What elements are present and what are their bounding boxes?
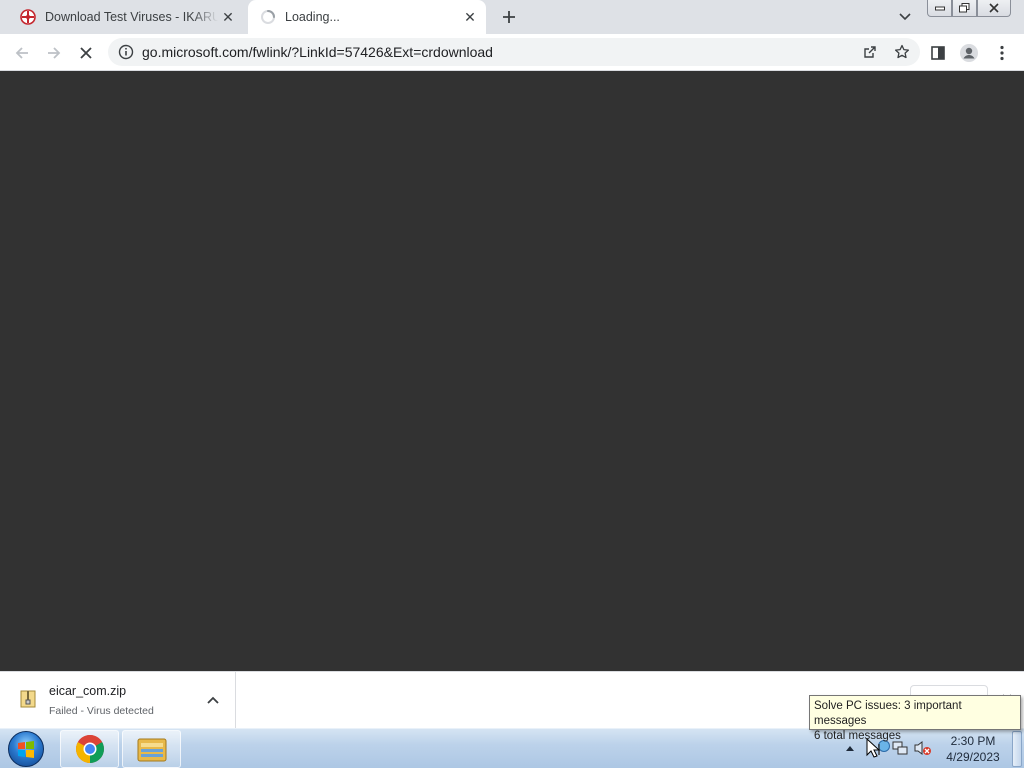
tab-search-button[interactable] <box>895 8 915 26</box>
tooltip-line-1: Solve PC issues: 3 important messages <box>814 700 962 727</box>
action-center-tooltip: Solve PC issues: 3 important messages 6 … <box>809 695 1021 742</box>
tooltip-line-2: 6 total messages <box>814 730 901 742</box>
arrow-left-icon <box>15 47 28 59</box>
chevron-up-icon <box>207 696 219 704</box>
side-panel-button[interactable] <box>924 39 952 67</box>
tab-ikarus[interactable]: Download Test Viruses - IKARUS ✕ <box>8 0 244 34</box>
ikarus-logo-icon <box>20 9 36 25</box>
arrow-right-icon <box>48 47 61 59</box>
kebab-menu-icon <box>1000 45 1004 61</box>
mouse-cursor-icon <box>866 737 881 763</box>
address-bar[interactable]: go.microsoft.com/fwlink/?LinkId=57426&Ex… <box>108 38 920 66</box>
windows-logo-icon <box>8 731 44 767</box>
chrome-menu-button[interactable] <box>988 39 1016 67</box>
close-icon <box>989 3 999 13</box>
browser-toolbar: go.microsoft.com/fwlink/?LinkId=57426&Ex… <box>0 34 1024 71</box>
info-icon[interactable] <box>112 38 140 66</box>
tab-close-icon[interactable]: ✕ <box>460 7 480 27</box>
page-content <box>0 71 1024 671</box>
download-filename: eicar_com.zip <box>49 684 127 698</box>
zip-file-icon <box>20 690 36 708</box>
start-button[interactable] <box>4 730 48 768</box>
plus-icon <box>503 11 515 23</box>
download-item[interactable]: eicar_com.zip Failed - Virus detected <box>0 672 236 728</box>
taskbar-file-explorer[interactable] <box>122 730 181 768</box>
window-controls <box>927 0 1011 18</box>
chrome-icon <box>75 735 104 763</box>
person-icon <box>960 44 978 62</box>
download-options-button[interactable] <box>203 690 223 710</box>
chevron-down-icon <box>899 13 911 21</box>
minimize-button[interactable] <box>927 0 952 17</box>
new-tab-button[interactable] <box>497 5 521 29</box>
forward-button[interactable] <box>40 39 68 67</box>
tab-close-icon[interactable]: ✕ <box>218 7 238 27</box>
profile-button[interactable] <box>955 39 983 67</box>
star-icon[interactable] <box>888 38 916 66</box>
tab-title: Loading... <box>285 10 340 24</box>
share-icon[interactable] <box>856 38 884 66</box>
stop-x-icon <box>80 47 92 59</box>
file-explorer-icon <box>137 738 166 762</box>
side-panel-icon <box>931 46 945 60</box>
download-status: Failed - Virus detected <box>49 705 154 717</box>
clock-date: 4/29/2023 <box>946 750 1000 764</box>
restore-icon <box>959 3 970 13</box>
loading-spinner-icon <box>260 9 276 25</box>
restore-button[interactable] <box>952 0 977 17</box>
minimize-icon <box>934 6 945 11</box>
stop-button[interactable] <box>72 39 100 67</box>
tab-strip: Download Test Viruses - IKARUS ✕ Loading… <box>0 0 1024 34</box>
back-button[interactable] <box>8 39 36 67</box>
close-window-button[interactable] <box>977 0 1011 17</box>
taskbar-chrome[interactable] <box>60 730 119 768</box>
url-text: go.microsoft.com/fwlink/?LinkId=57426&Ex… <box>142 44 493 60</box>
tab-title: Download Test Viruses - IKARUS <box>45 10 218 24</box>
tab-loading[interactable]: Loading... ✕ <box>248 0 486 34</box>
